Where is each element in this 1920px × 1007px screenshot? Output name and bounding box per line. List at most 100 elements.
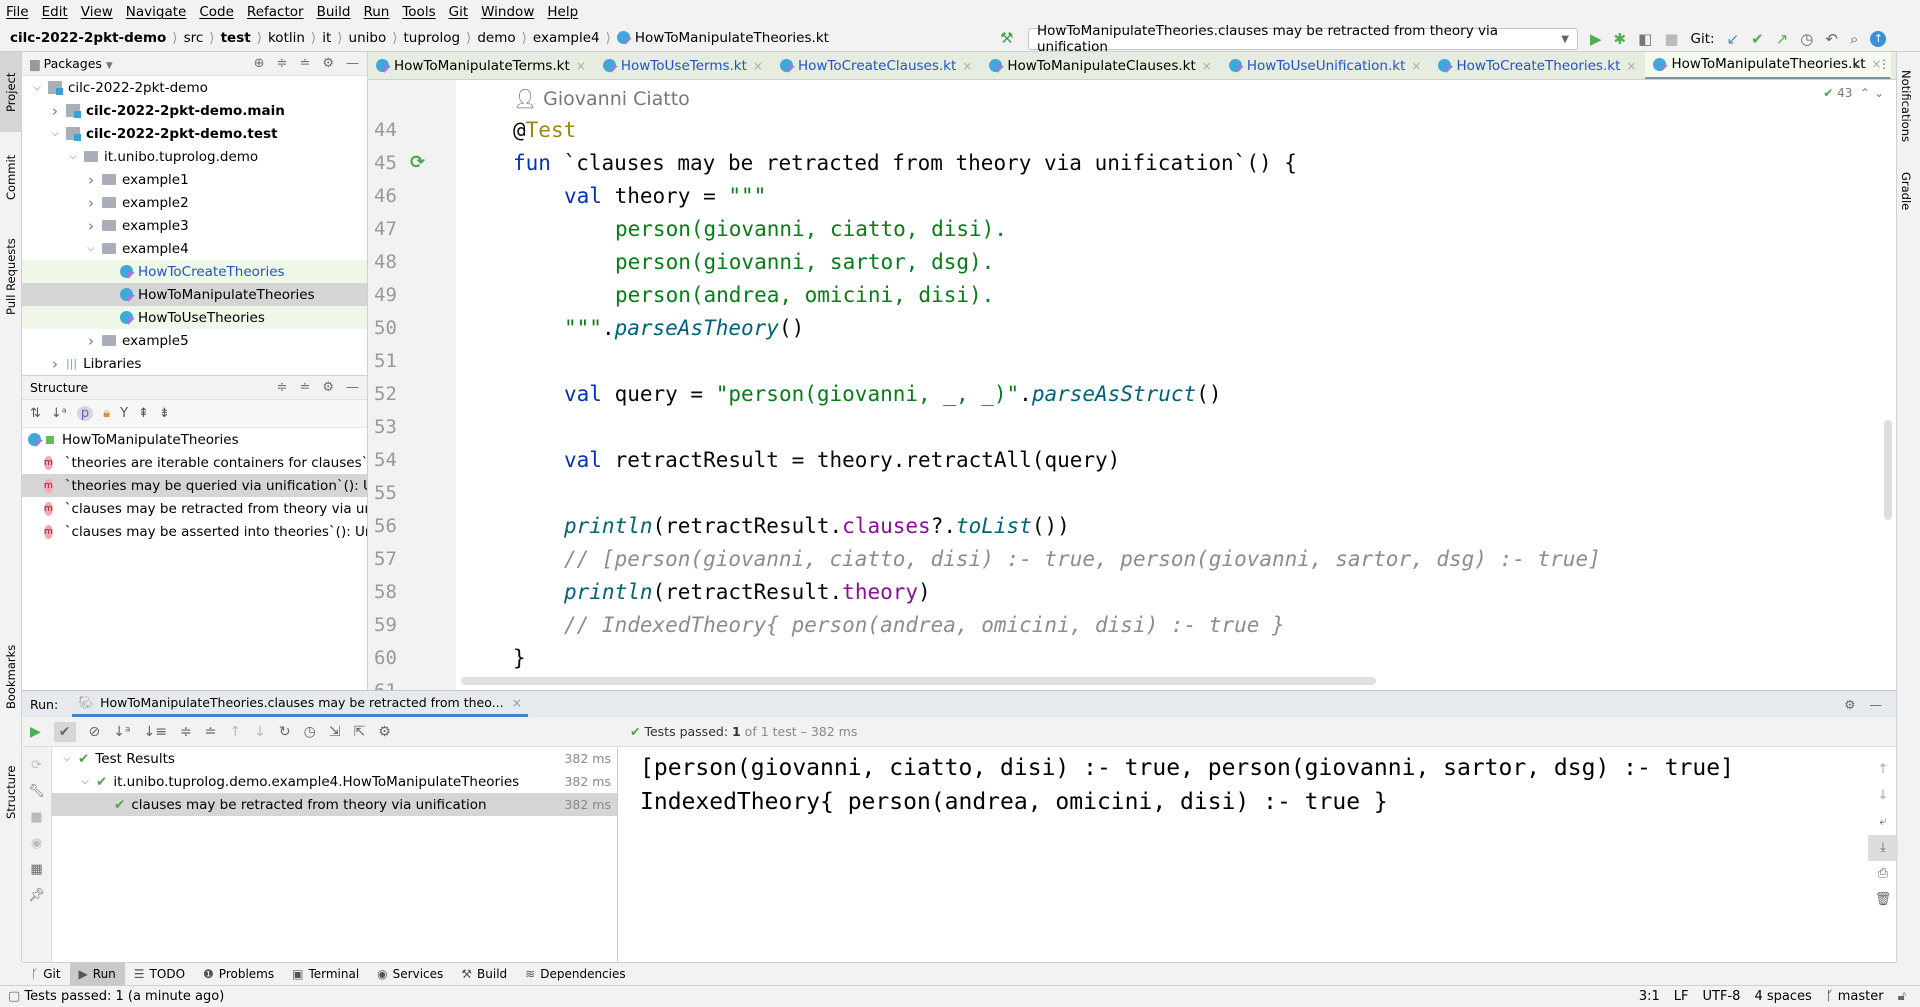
expand-all-icon[interactable]: ≑ xyxy=(180,724,192,740)
hide-icon[interactable]: — xyxy=(346,380,359,395)
tool-window-git[interactable]: ᚴ Git xyxy=(22,963,70,986)
previous-test-icon[interactable]: ↑ xyxy=(229,724,241,740)
breadcrumb-item[interactable]: HowToManipulateTheories.kt xyxy=(635,30,829,46)
menu-view[interactable]: View xyxy=(81,4,113,20)
close-icon[interactable]: × xyxy=(962,59,972,73)
code-editor[interactable]: 444546474849505152535455565758596061⟳ 👤︎… xyxy=(368,80,1896,702)
chevron-down-icon[interactable]: ⌵ xyxy=(60,753,74,764)
tree-item[interactable]: HowToCreateTheories xyxy=(22,260,367,283)
debug-icon[interactable]: ✱ xyxy=(1614,30,1627,48)
tree-item[interactable]: › ||| Libraries xyxy=(22,352,367,375)
tabs-dropdown-icon[interactable]: ⌄ xyxy=(1852,57,1862,71)
git-commit-icon[interactable]: ✔ xyxy=(1751,30,1764,48)
sort-alpha-icon[interactable]: ↓ᵃ xyxy=(113,724,130,740)
soft-wrap-icon[interactable]: ⤶ xyxy=(1868,809,1898,835)
file-encoding[interactable]: UTF-8 xyxy=(1703,989,1741,1004)
stop-icon[interactable]: ■ xyxy=(1664,30,1678,48)
sort-duration-icon[interactable]: ↓≡ xyxy=(143,724,166,740)
run-tab[interactable]: 🐘︎ HowToManipulateTheories.clauses may be… xyxy=(72,691,529,717)
history-icon[interactable]: ◷ xyxy=(1800,30,1813,48)
breadcrumb-item[interactable]: unibo xyxy=(349,30,387,46)
close-icon[interactable]: × xyxy=(1411,59,1421,73)
menu-git[interactable]: Git xyxy=(449,4,469,20)
breadcrumb-item[interactable]: it xyxy=(322,30,331,46)
structure-item[interactable]: m `theories may be queried via unificatio… xyxy=(22,474,367,497)
tree-item[interactable]: › example2 xyxy=(22,191,367,214)
editor-tab[interactable]: HowToCreateTheories.kt × xyxy=(1430,52,1645,79)
tree-item[interactable]: › cilc-2022-2pkt-demo.main xyxy=(22,99,367,122)
menu-navigate[interactable]: Navigate xyxy=(126,4,187,20)
tool-window-dependencies[interactable]: ≋ Dependencies xyxy=(516,963,634,986)
layout-icon[interactable]: ▦ xyxy=(22,857,51,883)
menu-window[interactable]: Window xyxy=(481,4,534,20)
git-update-icon[interactable]: ↙ xyxy=(1727,30,1740,48)
horizontal-scrollbar[interactable] xyxy=(461,677,1376,685)
editor-tab[interactable]: HowToUseUnification.kt × xyxy=(1221,52,1431,79)
eye-icon[interactable]: ◉ xyxy=(22,831,51,857)
close-icon[interactable]: × xyxy=(1626,59,1636,73)
chevron-right-icon[interactable]: › xyxy=(84,332,98,350)
chevron-down-icon[interactable]: ⌵ xyxy=(78,776,92,787)
breadcrumb-item[interactable]: demo xyxy=(477,30,515,46)
editor-tab[interactable]: HowToCreateClauses.kt × xyxy=(772,52,981,79)
more-icon[interactable]: ⋮ xyxy=(1878,57,1890,71)
tool-tab-bookmarks[interactable]: Bookmarks xyxy=(0,622,22,732)
line-separator[interactable]: LF xyxy=(1674,989,1689,1004)
tool-tab-project[interactable]: Project xyxy=(0,52,22,132)
gear-icon[interactable]: ⚙ xyxy=(1844,697,1855,712)
tool-tab-structure[interactable]: Structure xyxy=(0,742,22,842)
sort-alpha-icon[interactable]: ↓ᵃ xyxy=(51,406,67,421)
structure-root[interactable]: HowToManipulateTheories xyxy=(22,428,367,451)
inspections-widget[interactable]: ✔ 43 ⌃ ⌄ xyxy=(1823,86,1884,100)
tree-item[interactable]: ⌵ example4 xyxy=(22,237,367,260)
rerun-automatically-icon[interactable]: ⟳ xyxy=(22,753,51,779)
tool-window-run[interactable]: ▶ Run xyxy=(69,962,125,986)
close-icon[interactable]: × xyxy=(1202,59,1212,73)
breadcrumb-item[interactable]: example4 xyxy=(533,30,600,46)
tool-window-problems[interactable]: ❶ Problems xyxy=(194,963,283,986)
menu-help[interactable]: Help xyxy=(547,4,578,20)
run-test-gutter-icon[interactable]: ⟳ xyxy=(410,152,425,173)
editor-tab[interactable]: HowToManipulateClauses.kt × xyxy=(981,52,1220,79)
tool-tab-notifications[interactable]: Notifications xyxy=(1899,70,1913,142)
git-branch[interactable]: ᚴ master xyxy=(1826,989,1884,1004)
tree-item[interactable]: › example3 xyxy=(22,214,367,237)
run-configuration-select[interactable]: HowToManipulateTheories.clauses may be r… xyxy=(1028,23,1578,55)
chevron-right-icon[interactable]: › xyxy=(48,355,62,373)
tree-item[interactable]: ⌵ it.unibo.tuprolog.demo xyxy=(22,145,367,168)
git-push-icon[interactable]: ↗ xyxy=(1776,30,1789,48)
show-inherited-icon[interactable]: Y xyxy=(120,406,128,421)
show-non-public-icon[interactable]: 🔒︎ xyxy=(103,406,110,421)
settings-icon[interactable]: ⚙ xyxy=(378,724,391,740)
collapse-all-icon[interactable]: ≐ xyxy=(299,56,310,71)
chevron-down-icon[interactable]: ⌵ xyxy=(48,128,62,139)
caret-position[interactable]: 3:1 xyxy=(1639,989,1660,1004)
tree-item[interactable]: ⌵ cilc-2022-2pkt-demo xyxy=(22,76,367,99)
expand-all-icon[interactable]: ≑ xyxy=(277,56,288,71)
tool-tab-gradle[interactable]: Gradle xyxy=(1899,172,1913,210)
collapse-all-icon[interactable]: ≐ xyxy=(299,380,310,395)
status-message[interactable]: Tests passed: 1 (a minute ago) xyxy=(24,989,224,1004)
tool-window-build[interactable]: ⚒ Build xyxy=(452,963,516,986)
import-tests-icon[interactable]: ⇲ xyxy=(329,724,341,740)
vertical-scrollbar[interactable] xyxy=(1884,420,1892,520)
gear-icon[interactable]: ⚙ xyxy=(322,380,334,395)
prev-icon[interactable]: ⌃ xyxy=(1860,86,1870,100)
menu-edit[interactable]: Edit xyxy=(42,4,68,20)
close-icon[interactable]: × xyxy=(512,695,522,710)
rerun-icon[interactable]: ▶ xyxy=(30,724,41,740)
rerun-failed-icon[interactable]: ↻ xyxy=(279,724,291,740)
editor-tab[interactable]: HowToUseTerms.kt × xyxy=(595,52,772,79)
test-tree-item[interactable]: ✔ clauses may be retracted from theory vi… xyxy=(52,793,617,816)
chevron-right-icon[interactable]: › xyxy=(84,194,98,212)
chevron-down-icon[interactable]: ⌵ xyxy=(84,243,98,254)
close-icon[interactable]: × xyxy=(576,59,586,73)
chevron-down-icon[interactable]: ⌵ xyxy=(66,151,80,162)
close-icon[interactable]: × xyxy=(753,59,763,73)
tool-tab-pull-requests[interactable]: Pull Requests xyxy=(0,222,22,332)
hide-icon[interactable]: — xyxy=(1870,697,1883,712)
collapse-all-icon[interactable]: ≐ xyxy=(205,724,217,740)
menu-build[interactable]: Build xyxy=(317,4,351,20)
gear-icon[interactable]: ⚙ xyxy=(322,56,334,71)
menu-run[interactable]: Run xyxy=(363,4,389,20)
